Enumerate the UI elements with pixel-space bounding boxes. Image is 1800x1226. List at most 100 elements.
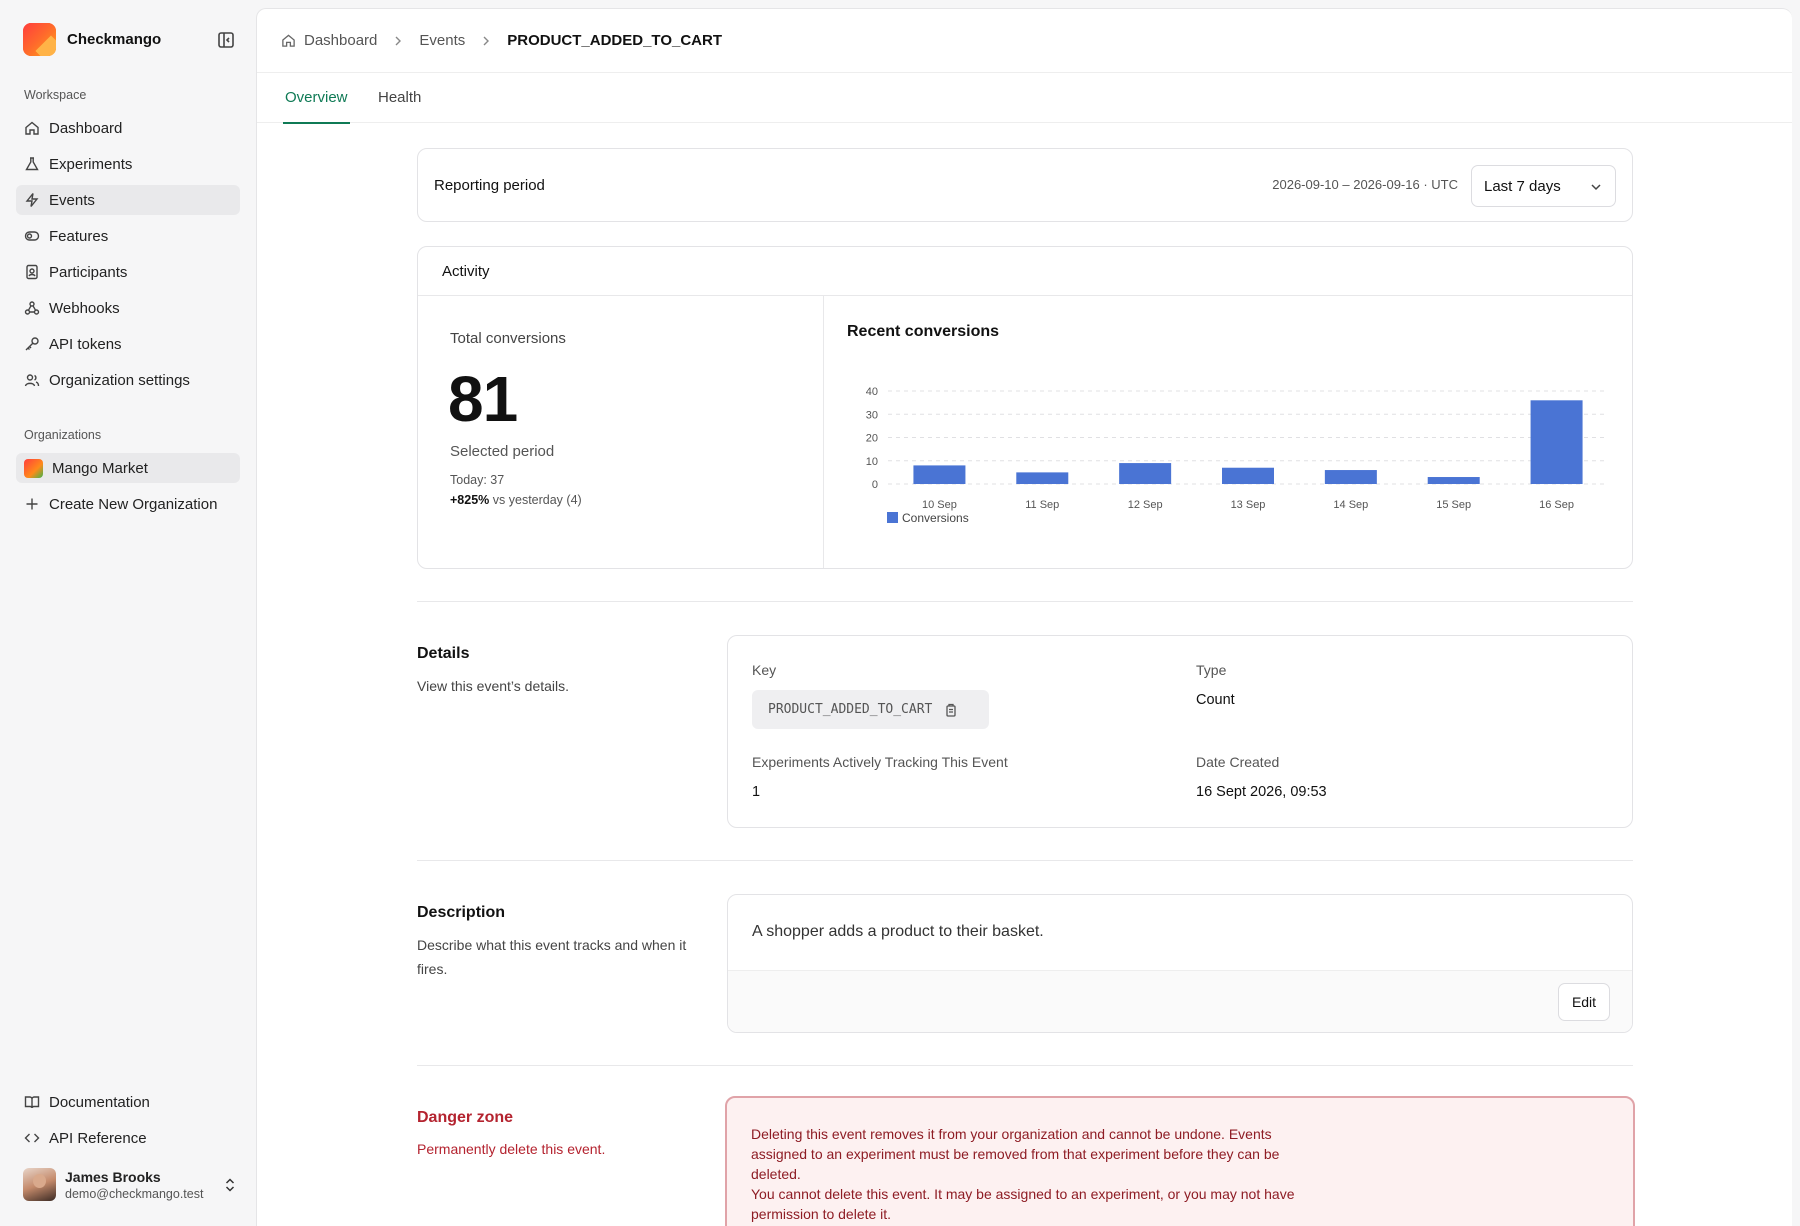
sidebar-item-events[interactable]: Events (16, 185, 240, 215)
key-chip[interactable]: PRODUCT_ADDED_TO_CART (752, 690, 989, 729)
avatar (23, 1168, 56, 1201)
breadcrumb-current: PRODUCT_ADDED_TO_CART (507, 32, 722, 49)
sidebar-item-label: Participants (49, 263, 128, 281)
edit-button[interactable]: Edit (1558, 983, 1610, 1021)
y-tick-label: 40 (866, 386, 878, 398)
change-percent: +825% (450, 493, 490, 507)
selected-period-label: Selected period (450, 443, 555, 460)
breadcrumb-dashboard[interactable]: Dashboard (281, 32, 377, 49)
sidebar-collapse-icon[interactable] (216, 30, 236, 50)
x-tick-label: 16 Sep (1539, 499, 1574, 511)
breadcrumb: Dashboard Events PRODUCT_ADDED_TO_CART (257, 9, 1792, 73)
x-tick-label: 12 Sep (1128, 499, 1163, 511)
danger-zone-description: Permanently delete this event. (417, 1141, 606, 1157)
bar (1324, 470, 1377, 484)
period-select-value: Last 7 days (1484, 177, 1561, 195)
today-count: Today: 37 (450, 473, 505, 487)
bar (1530, 400, 1583, 484)
tab-health[interactable]: Health (378, 73, 421, 123)
chevron-up-down-icon[interactable] (222, 1176, 238, 1194)
y-tick-label: 0 (872, 479, 878, 491)
divider (417, 860, 1633, 861)
reporting-period-range: 2026-09-10 – 2026-09-16 · UTC (1272, 177, 1458, 192)
breadcrumb-events[interactable]: Events (419, 32, 465, 49)
sidebar-item-webhooks[interactable]: Webhooks (16, 293, 240, 323)
description-footer: Edit (728, 970, 1632, 1032)
sidebar-item-label: Organization settings (49, 371, 190, 389)
details-title: Details (417, 645, 470, 662)
home-icon (282, 34, 295, 47)
danger-zone-text: Deleting this event removes it from your… (751, 1124, 1321, 1224)
x-tick-label: 13 Sep (1231, 499, 1266, 511)
y-tick-label: 10 (866, 456, 878, 468)
users-icon (24, 374, 40, 387)
sidebar-item-label: Experiments (49, 155, 133, 173)
copy-icon[interactable] (944, 703, 958, 717)
description-description: Describe what this event tracks and when… (417, 937, 687, 977)
stat-divider (823, 296, 824, 568)
danger-warning: Deleting this event removes it from your… (751, 1126, 1280, 1182)
book-icon (24, 1096, 40, 1109)
total-conversions-label: Total conversions (450, 330, 566, 347)
description-title: Description (417, 904, 506, 921)
recent-conversions-chart: 0 10 20 30 40 10 Sep 11 Sep 12 Sep 13 Sep 14 Sep 1… (866, 386, 1608, 525)
user-name: James Brooks (65, 1168, 161, 1185)
activity-title: Activity (418, 247, 1632, 296)
danger-zone-title: Danger zone (417, 1109, 514, 1126)
main-panel: Dashboard Events PRODUCT_ADDED_TO_CART O… (256, 8, 1792, 1226)
sidebar-item-label: Webhooks (49, 299, 120, 317)
total-conversions-value: 81 (448, 363, 518, 435)
reporting-period-label: Reporting period (434, 177, 545, 194)
type-value: Count (1196, 692, 1235, 708)
sidebar-item-features[interactable]: Features (16, 221, 240, 251)
toggle-icon (24, 231, 40, 241)
badge-icon (26, 264, 38, 280)
organizations-label: Organizations (24, 428, 102, 442)
chevron-right-icon (395, 36, 402, 45)
sidebar-item-label: API tokens (49, 335, 122, 353)
key-icon (25, 337, 39, 351)
chevron-right-icon (483, 36, 490, 45)
period-select[interactable]: Last 7 days (1471, 165, 1616, 207)
sidebar-link-documentation[interactable]: Documentation (16, 1087, 240, 1117)
x-tick-label: 11 Sep (1025, 499, 1059, 511)
date-created-value: 16 Sept 2026, 09:53 (1196, 784, 1327, 800)
sidebar-link-api-reference[interactable]: API Reference (16, 1123, 240, 1153)
key-label: Key (752, 662, 777, 678)
tab-bar: Overview Health (257, 73, 1792, 124)
sidebar-item-participants[interactable]: Participants (16, 257, 240, 287)
divider (417, 601, 1633, 602)
bar (913, 465, 966, 484)
code-icon (24, 1133, 40, 1143)
tab-overview[interactable]: Overview (283, 73, 350, 124)
sidebar-item-label: API Reference (49, 1129, 147, 1147)
sidebar-item-experiments[interactable]: Experiments (16, 149, 240, 179)
user-menu[interactable]: James Brooks demo@checkmango.test (23, 1168, 238, 1201)
legend-label: Conversions (902, 511, 969, 525)
create-organization-button[interactable]: Create New Organization (16, 489, 240, 519)
bar (1222, 467, 1274, 484)
y-tick-label: 30 (866, 409, 878, 421)
bolt-icon (25, 193, 39, 207)
org-avatar (24, 458, 43, 478)
breadcrumb-label: Dashboard (304, 32, 378, 49)
sidebar-item-api-tokens[interactable]: API tokens (16, 329, 240, 359)
key-value: PRODUCT_ADDED_TO_CART (768, 702, 933, 717)
bar (1427, 477, 1480, 484)
x-tick-label: 15 Sep (1436, 499, 1471, 511)
plus-icon (26, 498, 38, 510)
experiments-label: Experiments Actively Tracking This Event (752, 754, 1008, 770)
description-text: A shopper adds a product to their basket… (752, 923, 1044, 940)
sidebar-org-mango-market[interactable]: Mango Market (16, 453, 240, 483)
sidebar: Checkmango Workspace Dashboard Experimen… (0, 0, 255, 1226)
sidebar-item-dashboard[interactable]: Dashboard (16, 113, 240, 143)
sidebar-item-organization-settings[interactable]: Organization settings (16, 365, 240, 395)
brand[interactable]: Checkmango (23, 23, 161, 56)
sidebar-item-label: Events (49, 191, 95, 209)
chart-title: Recent conversions (847, 323, 1000, 340)
org-label: Mango Market (52, 459, 148, 477)
details-description: View this event’s details. (417, 678, 570, 694)
chevron-down-icon (1591, 184, 1601, 191)
app-name: Checkmango (67, 31, 162, 48)
sidebar-item-label: Documentation (49, 1093, 150, 1111)
